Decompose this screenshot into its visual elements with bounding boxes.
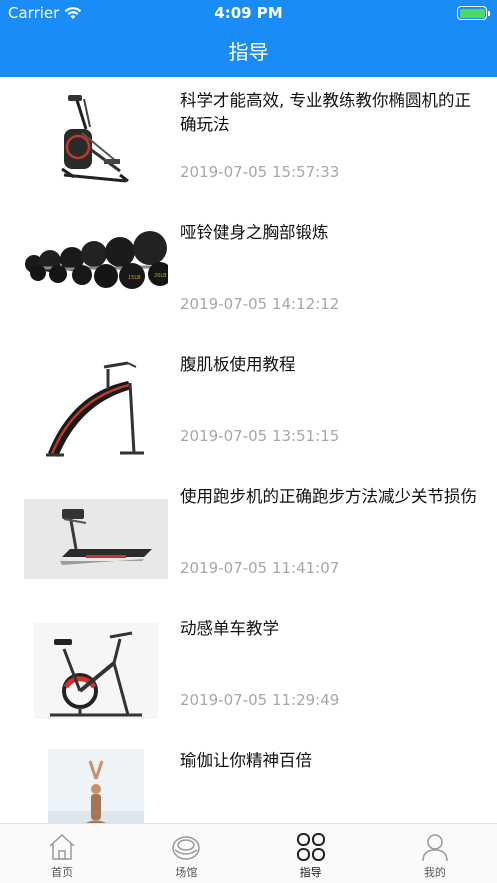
article-date: 2019-07-05 13:51:15 [180,427,340,445]
tab-profile-label: 我的 [423,866,446,879]
list-item[interactable]: 瑜伽让你精神百倍 [0,737,497,823]
svg-text:20LB: 20LB [154,273,167,279]
yoga-image [24,749,168,823]
article-date: 2019-07-05 11:29:49 [180,691,340,709]
profile-icon [422,834,448,862]
status-time: 4:09 PM [214,4,283,22]
status-bar: Carrier 4:09 PM [0,0,497,26]
tab-profile[interactable]: 我的 [373,824,497,883]
list-item[interactable]: 动感单车教学 2019-07-05 11:29:49 [0,605,497,737]
spin-bike-image [24,617,168,725]
list-item[interactable]: 腹肌板使用教程 2019-07-05 13:51:15 [0,341,497,473]
tab-venue-label: 场馆 [175,866,198,879]
home-icon [49,833,75,860]
list-item[interactable]: 使用跑步机的正确跑步方法减少关节损伤 2019-07-05 11:41:07 [0,473,497,605]
article-title: 哑铃健身之胸部锻炼 [180,223,329,242]
tab-guide[interactable]: 指导 [249,824,373,883]
svg-text:15LB: 15LB [128,275,141,281]
article-date: 2019-07-05 15:57:33 [180,163,340,181]
guide-icon [296,833,325,861]
elliptical-machine-image [24,89,168,197]
article-title: 腹肌板使用教程 [180,355,296,374]
article-title: 瑜伽让你精神百倍 [180,751,312,770]
article-list: 科学才能高效, 专业教练教你椭圆机的正确玩法 2019-07-05 15:57:… [0,77,497,823]
tab-venue[interactable]: 场馆 [124,824,248,883]
tab-home-label: 首页 [51,866,74,879]
list-item[interactable]: 15LB 20LB 哑铃健身之胸部锻炼 2019-07-05 14:12:12 [0,209,497,341]
header-bar: Carrier 4:09 PM 指导 [0,0,497,77]
article-date: 2019-07-05 11:41:07 [180,559,340,577]
article-title: 使用跑步机的正确跑步方法减少关节损伤 [180,487,477,506]
dumbbells-image: 15LB 20LB [24,221,172,329]
sit-up-bench-image [24,353,168,461]
venue-icon [172,836,201,860]
battery-icon [457,6,490,20]
tab-guide-label: 指导 [299,866,322,879]
article-title: 科学才能高效, 专业教练教你椭圆机的正确玩法 [180,91,471,134]
tab-bar: 首页 场馆 指导 我的 [0,823,497,883]
tab-home[interactable]: 首页 [0,824,124,883]
list-item[interactable]: 科学才能高效, 专业教练教你椭圆机的正确玩法 2019-07-05 15:57:… [0,77,497,209]
article-date: 2019-07-05 14:12:12 [180,295,340,313]
page-title: 指导 [228,40,269,64]
article-title: 动感单车教学 [180,619,279,638]
treadmill-image [24,485,168,593]
